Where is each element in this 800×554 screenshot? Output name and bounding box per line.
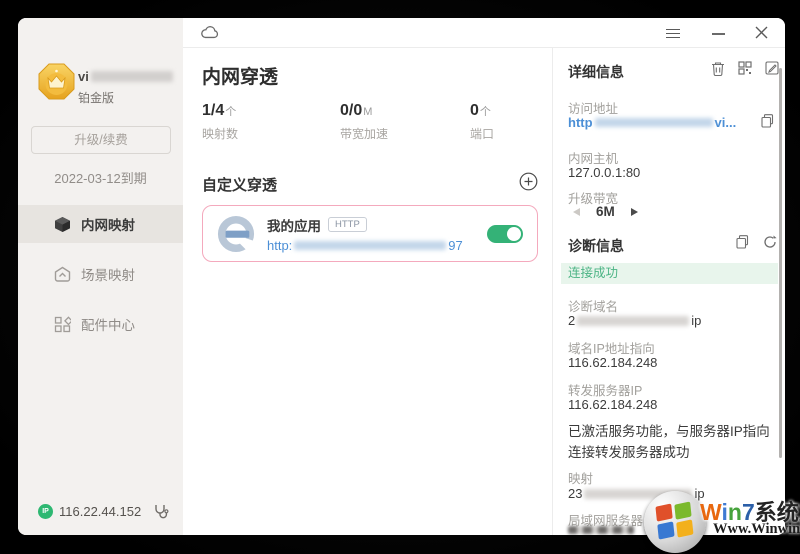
watermark: Win7系统之家 Www.Winwin7.com — [638, 489, 800, 554]
copy-icon[interactable] — [761, 114, 776, 129]
dns-value: 116.62.184.248 — [568, 355, 657, 370]
access-blurred — [595, 118, 713, 127]
url-prefix: http: — [267, 238, 292, 253]
lan-server-blurred — [568, 526, 634, 534]
sidebar-item-label: 配件中心 — [81, 314, 135, 334]
tunnel-info: 我的应用 HTTP http: 97 — [267, 215, 487, 253]
main-panel: 内网穿透 1/4个 映射数 0/0M 带宽加速 0个 端口 自定义穿透 — [183, 48, 552, 535]
sidebar-item-components-center[interactable]: 配件中心 — [18, 305, 183, 343]
username-blurred — [91, 71, 173, 82]
stats-row: 1/4个 映射数 0/0M 带宽加速 0个 端口 — [202, 102, 494, 142]
qrcode-icon[interactable] — [738, 61, 753, 76]
stat-mappings: 1/4个 映射数 — [202, 102, 340, 142]
connection-status-badge: 连接成功 — [561, 263, 778, 284]
bandwidth-decrease-arrow[interactable] — [573, 208, 580, 216]
panel-scrollbar[interactable] — [779, 68, 782, 458]
app-e-logo-icon — [217, 215, 255, 253]
username-prefix: vi — [78, 69, 89, 84]
diagnosis-domain-value: 2 ip — [568, 313, 701, 328]
cloud-icon — [200, 24, 220, 45]
edit-icon[interactable] — [765, 61, 780, 76]
section-title: 自定义穿透 — [202, 174, 277, 195]
page-title: 内网穿透 — [202, 62, 278, 89]
tunnel-url[interactable]: http: 97 — [267, 238, 487, 253]
sidebar-item-label: 场景映射 — [81, 264, 135, 284]
domain-blurred — [577, 316, 689, 326]
app-window: vi 铂金版 升级/续费 2022-03-12到期 内网映射 场景映射 — [18, 18, 785, 535]
stat-value: 0 — [470, 102, 479, 119]
diagnosis-title: 诊断信息 — [568, 236, 624, 256]
mapping-label: 映射 — [568, 468, 593, 487]
toggle-knob — [507, 227, 521, 241]
avatar[interactable] — [38, 63, 75, 100]
stat-unit: 个 — [480, 106, 491, 118]
stat-unit: M — [363, 106, 372, 118]
trash-icon[interactable] — [711, 61, 726, 76]
tunnel-enable-toggle[interactable] — [487, 225, 523, 243]
stat-ports: 0个 端口 — [470, 102, 494, 142]
screenshot-background: vi 铂金版 升级/续费 2022-03-12到期 内网映射 场景映射 — [0, 0, 800, 554]
plan-label: 铂金版 — [78, 89, 114, 106]
detail-panel: 详细信息 访问地址 http vi... — [552, 48, 785, 535]
scene-icon — [54, 266, 71, 283]
upgrade-renew-button[interactable]: 升级/续费 — [31, 126, 171, 154]
sidebar: vi 铂金版 升级/续费 2022-03-12到期 内网映射 场景映射 — [18, 18, 183, 535]
minimize-icon[interactable] — [711, 26, 727, 40]
bandwidth-value: 6M — [596, 204, 615, 219]
custom-tunnel-section: 自定义穿透 — [202, 172, 538, 196]
crown-badge-icon — [38, 63, 75, 100]
refresh-icon[interactable] — [763, 235, 778, 250]
add-tunnel-button[interactable] — [519, 172, 538, 196]
titlebar — [183, 18, 785, 48]
url-suffix: 97 — [448, 238, 462, 253]
watermark-url: Www.Winwin7.com — [713, 521, 800, 538]
detail-title: 详细信息 — [568, 62, 624, 82]
close-icon[interactable] — [755, 26, 771, 40]
copy-icon[interactable] — [736, 235, 751, 250]
menu-hamburger-icon[interactable] — [665, 26, 681, 40]
sidebar-item-scene-mapping[interactable]: 场景映射 — [18, 255, 183, 293]
bandwidth-increase-arrow[interactable] — [631, 208, 638, 216]
stat-label: 映射数 — [202, 125, 340, 142]
stat-unit: 个 — [225, 106, 236, 118]
activation-message-line2: 连接转发服务器成功 — [568, 441, 690, 461]
sidebar-item-label: 内网映射 — [81, 214, 135, 234]
access-address-link[interactable]: http vi... — [568, 115, 736, 130]
windows-flag-icon — [655, 502, 694, 540]
forward-server-value: 116.62.184.248 — [568, 397, 657, 412]
url-blurred — [294, 241, 446, 250]
stat-value: 0/0 — [340, 102, 362, 119]
diagnose-stethoscope-icon[interactable] — [153, 503, 169, 524]
activation-message-line1: 已激活服务功能，与服务器IP指向 — [568, 420, 770, 440]
stat-bandwidth: 0/0M 带宽加速 — [340, 102, 470, 142]
components-grid-icon — [54, 316, 71, 333]
access-suffix: vi... — [715, 115, 737, 130]
sidebar-footer: IP 116.22.44.152 — [18, 501, 183, 523]
sidebar-item-intranet-mapping[interactable]: 内网映射 — [18, 205, 183, 243]
tunnel-name: 我的应用 — [267, 215, 321, 235]
stat-label: 带宽加速 — [340, 125, 470, 142]
host-value: 127.0.0.1:80 — [568, 165, 640, 180]
protocol-badge: HTTP — [328, 217, 367, 232]
domain-prefix: 2 — [568, 313, 575, 328]
bandwidth-stepper: 6M — [573, 204, 638, 219]
access-prefix: http — [568, 115, 593, 130]
stat-value: 1/4 — [202, 102, 224, 119]
public-ip-address: 116.22.44.152 — [59, 504, 141, 519]
tunnel-card[interactable]: 我的应用 HTTP http: 97 — [202, 205, 538, 262]
ip-badge-icon: IP — [38, 504, 53, 519]
username: vi — [78, 69, 173, 84]
expiry-date: 2022-03-12到期 — [18, 168, 183, 187]
cube-icon — [54, 216, 71, 233]
mapping-prefix: 23 — [568, 486, 582, 501]
stat-label: 端口 — [470, 125, 494, 142]
domain-suffix: ip — [691, 313, 701, 328]
